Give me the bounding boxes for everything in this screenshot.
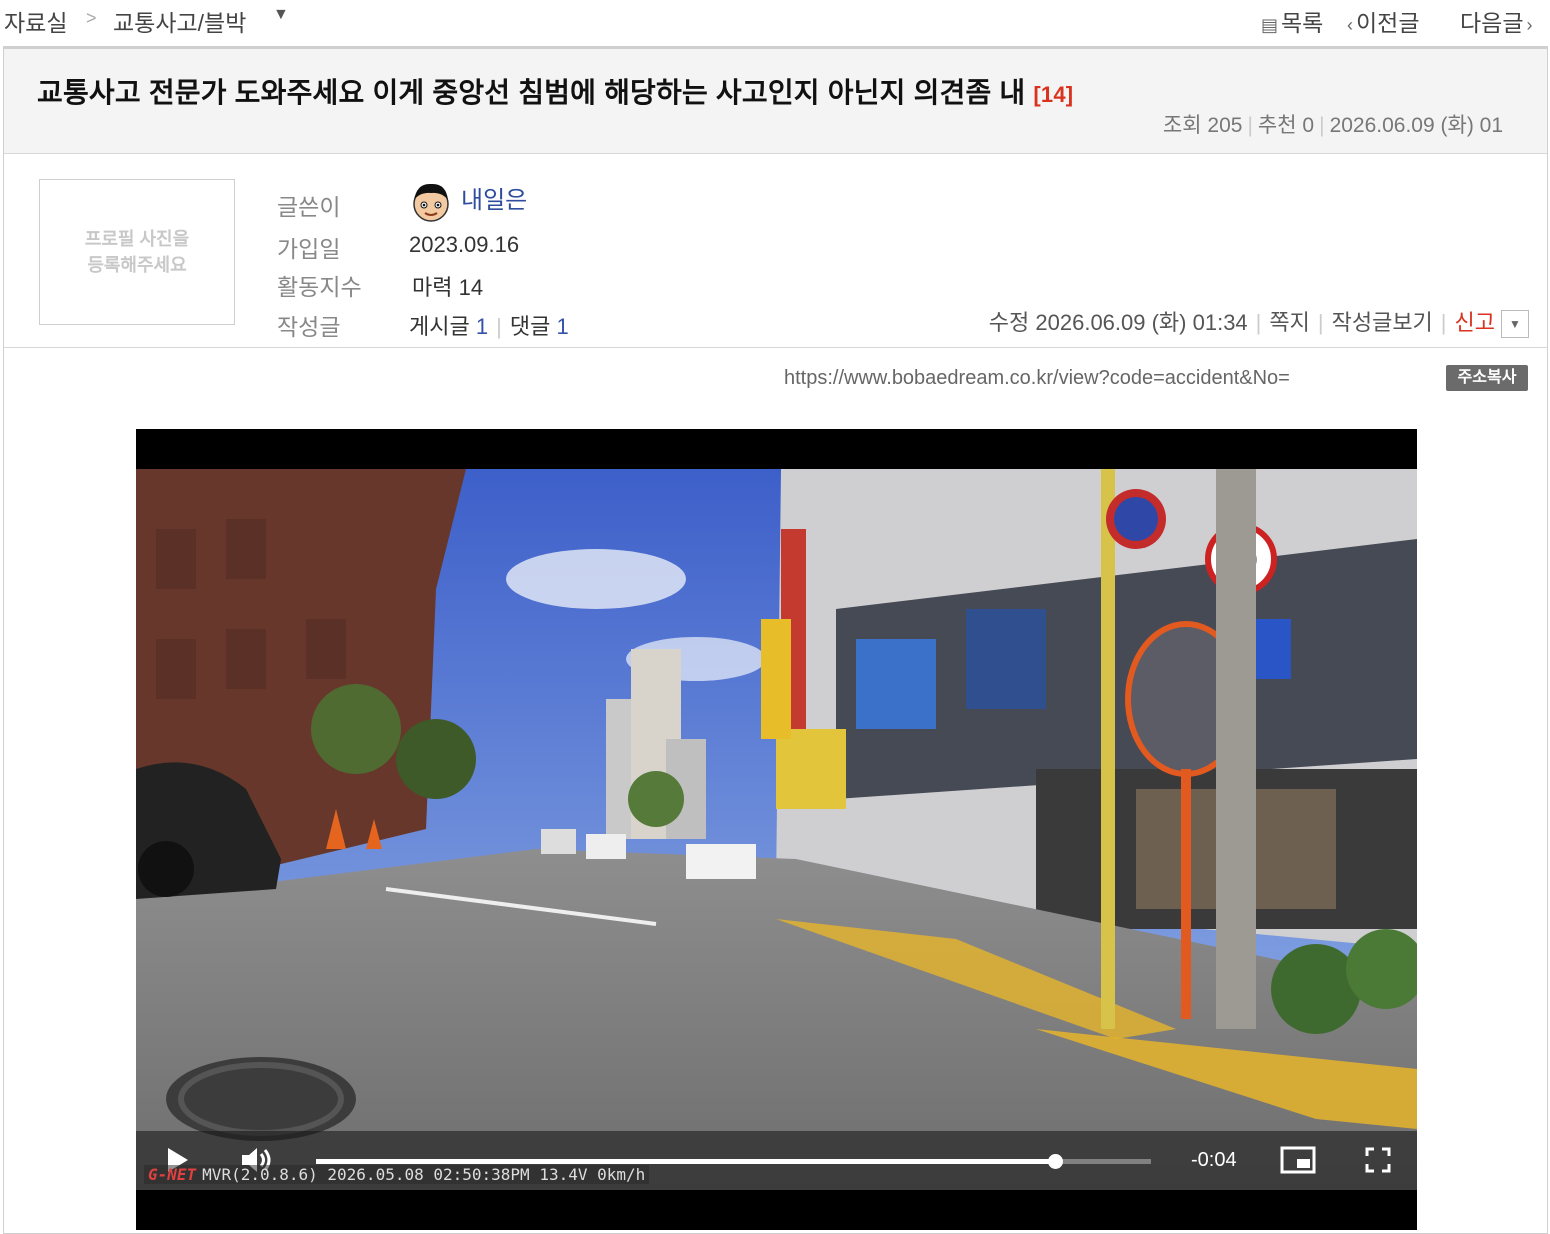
list-icon: ▤ [1261, 15, 1279, 35]
prev-post-label: 이전글 [1356, 10, 1420, 36]
dashcam-brand: G-NET [148, 1165, 197, 1184]
comments-count[interactable]: 1 [556, 314, 568, 339]
next-post-button[interactable]: 다음글 › [1460, 4, 1532, 38]
fullscreen-icon [1365, 1147, 1391, 1173]
video-progress-bar[interactable] [316, 1154, 1151, 1169]
recommend-count: 0 [1302, 114, 1315, 137]
next-post-label: 다음글 [1460, 10, 1524, 36]
post-title-text: 교통사고 전문가 도와주세요 이게 중앙선 침범에 해당하는 사고인지 아닌지 … [37, 77, 1026, 108]
avatar-placeholder-line1: 프로필 사진을 [84, 229, 190, 249]
progress-fill [316, 1159, 1055, 1164]
top-bar: 자료실 > 교통사고/블박 ▼ ▤ 목록 ‹ 이전글 다음글 › [0, 0, 1550, 44]
views-count: 205 [1207, 114, 1243, 137]
posts-text: 게시글 [409, 314, 470, 339]
dashcam-overlay-text: G-NET MVR(2.0.8.6) 2026.05.08 02:50:38PM … [144, 1165, 650, 1184]
prev-post-button[interactable]: ‹ 이전글 [1347, 4, 1419, 38]
list-button[interactable]: ▤ 목록 [1261, 4, 1323, 38]
author-nickname[interactable]: 내일은 [461, 187, 527, 214]
post-actions: 수정 2026.06.09 (화) 01:34 | 쪽지 | 작성글보기 | 신고 ▼ [988, 305, 1529, 339]
dashcam-video-frame: 30 [136, 469, 1417, 1190]
time-remaining: -0:04 [1191, 1149, 1237, 1171]
breadcrumb-root[interactable]: 자료실 [4, 4, 67, 38]
activity-label: 활동지수 [277, 274, 362, 300]
report-link[interactable]: 신고 [1455, 310, 1495, 335]
chevron-right-icon: › [1526, 15, 1533, 35]
posts-label: 작성글 [277, 314, 341, 340]
comments-text: 댓글 [509, 314, 551, 339]
chevron-left-icon: ‹ [1347, 15, 1353, 35]
views-label: 조회 [1162, 114, 1202, 137]
writer-label: 글쓴이 [277, 194, 341, 220]
avatar-placeholder-line2: 등록해주세요 [87, 255, 187, 275]
copy-url-button[interactable]: 주소복사 [1446, 365, 1528, 391]
posts-stats: 게시글 1 | 댓글 1 [409, 314, 569, 339]
list-button-label: 목록 [1281, 10, 1324, 36]
triangle-down-icon: ▼ [1509, 317, 1521, 332]
activity-value: 마력 14 [412, 275, 484, 300]
post-date: 2026.06.09 (화) 01 [1329, 114, 1503, 137]
picture-in-picture-button[interactable] [1280, 1145, 1316, 1180]
progress-knob[interactable] [1047, 1154, 1063, 1169]
profile-photo-placeholder: 프로필 사진을 등록해주세요 [39, 179, 235, 325]
caret-down-icon[interactable]: ▼ [273, 6, 289, 24]
author-info: 프로필 사진을 등록해주세요 글쓴이 내일은 가입일 2023.09.16 활동… [4, 154, 1547, 348]
view-posts-link[interactable]: 작성글보기 [1332, 310, 1433, 335]
post-container: 교통사고 전문가 도와주세요 이게 중앙선 침범에 해당하는 사고인지 아닌지 … [3, 46, 1548, 1234]
dashcam-info: MVR(2.0.8.6) 2026.05.08 02:50:38PM 13.4V… [202, 1165, 646, 1184]
join-date-value: 2023.09.16 [409, 232, 520, 257]
post-title: 교통사고 전문가 도와주세요 이게 중앙선 침범에 해당하는 사고인지 아닌지 … [37, 71, 1073, 111]
user-face-icon [413, 184, 449, 222]
join-date-label: 가입일 [277, 236, 341, 262]
fullscreen-button[interactable] [1364, 1146, 1392, 1179]
post-url: https://www.bobaedream.co.kr/view?code=a… [784, 367, 1290, 389]
recommend-label: 추천 [1257, 114, 1297, 137]
modified-date: 수정 2026.06.09 (화) 01:34 [988, 310, 1248, 335]
posts-count[interactable]: 1 [476, 314, 488, 339]
message-link[interactable]: 쪽지 [1269, 310, 1309, 335]
breadcrumb-current[interactable]: 교통사고/블박 [113, 4, 246, 38]
post-meta: 조회 205 | 추천 0 | 2026.06.09 (화) 01 [1162, 114, 1503, 137]
picture-in-picture-icon [1280, 1146, 1316, 1174]
video-controls: -0:04 G-NET MVR(2.0.8.6) 2026.05.08 02:50… [136, 1131, 1417, 1190]
breadcrumb-separator: > [86, 8, 97, 28]
video-player[interactable]: 30 [136, 429, 1417, 1230]
more-options-dropdown[interactable]: ▼ [1501, 310, 1529, 339]
post-header: 교통사고 전문가 도와주세요 이게 중앙선 침범에 해당하는 사고인지 아닌지 … [4, 49, 1547, 154]
comment-count[interactable]: [14] [1033, 82, 1073, 107]
writer-value[interactable]: 내일은 [409, 180, 527, 224]
